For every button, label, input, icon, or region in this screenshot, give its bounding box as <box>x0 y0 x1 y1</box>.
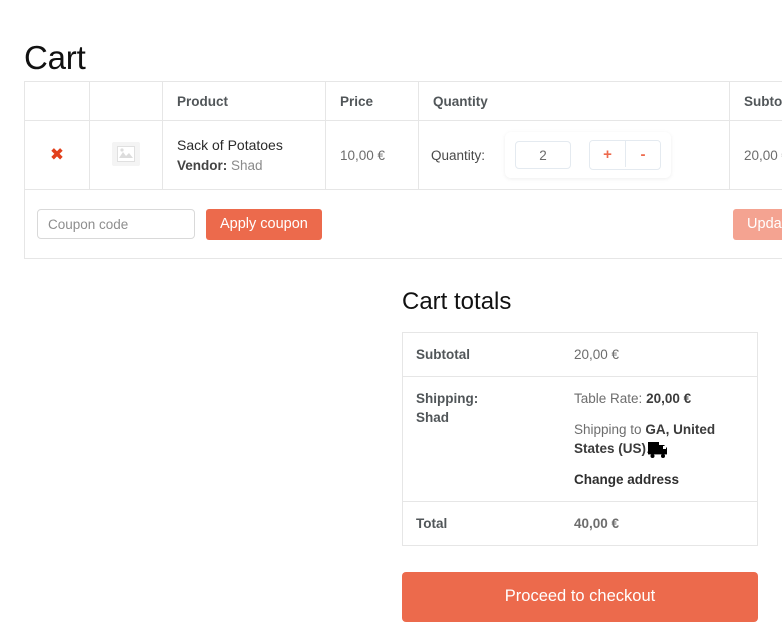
cart-actions-cell: Apply coupon Update cart <box>24 189 782 259</box>
cart-item-subtotal: 20,00 € <box>729 120 782 190</box>
total-value: 40,00 € <box>561 500 758 546</box>
total-label: Total <box>402 500 561 546</box>
column-header-thumbnail <box>89 81 163 121</box>
quantity-stepper: + - <box>505 132 672 178</box>
shipping-to-prefix: Shipping to <box>574 421 642 437</box>
page-title: Cart <box>24 39 86 77</box>
change-address-line: Change address <box>574 470 744 489</box>
shipping-period: . <box>646 440 650 456</box>
quantity-buttons-group: + - <box>589 140 662 170</box>
cart-totals-title: Cart totals <box>402 287 512 315</box>
product-name-link[interactable]: Sack of Potatoes <box>177 136 325 155</box>
broken-image-placeholder-icon[interactable] <box>112 141 140 166</box>
cart-totals-subtotal-row: Subtotal 20,00 € <box>403 332 758 376</box>
shipping-rate-line: Table Rate: 20,00 € <box>574 389 744 408</box>
quantity-decrement-button[interactable]: - <box>625 141 661 167</box>
product-vendor-label: Vendor: <box>177 157 228 173</box>
cart-table: Product Price Quantity Subtotal ✖ <box>24 81 782 259</box>
update-cart-button[interactable]: Update cart <box>733 208 782 240</box>
shipping-details-cell: Table Rate: 20,00 € Shipping to GA, Unit… <box>561 375 758 502</box>
cart-totals-body: Subtotal 20,00 € Shipping: Shad Table Ra… <box>402 332 758 546</box>
cart-item-quantity-cell: Quantity: + - <box>418 120 730 190</box>
cart-table-header-row: Product Price Quantity Subtotal <box>24 81 782 121</box>
shipping-label-text: Shipping: <box>416 390 479 406</box>
cart-item-remove-cell: ✖ <box>24 120 90 190</box>
cart-actions: Apply coupon Update cart <box>37 208 782 240</box>
shipping-rate-value: 20,00 € <box>646 390 692 406</box>
apply-coupon-button[interactable]: Apply coupon <box>206 208 322 240</box>
cart-item-thumbnail-cell <box>89 120 163 190</box>
cart-table-body: ✖ Sack of Potatoes Vendor: Shad 10,00 € … <box>24 120 782 259</box>
shipping-destination-line: Shipping to GA, United States (US). <box>574 420 744 458</box>
quantity-increment-button[interactable]: + <box>590 141 626 167</box>
product-vendor: Vendor: Shad <box>177 156 325 175</box>
subtotal-value: 20,00 € <box>574 346 620 362</box>
cart-table-head: Product Price Quantity Subtotal <box>24 81 782 121</box>
cart-item-product-cell: Sack of Potatoes Vendor: Shad <box>162 120 326 190</box>
shipping-vendor-name: Shad <box>416 409 450 425</box>
cart-item-price: 10,00 € <box>325 120 419 190</box>
cart-totals-shipping-row: Shipping: Shad Table Rate: 20,00 € Shipp… <box>402 375 758 502</box>
column-header-product: Product <box>162 81 326 121</box>
table-row: ✖ Sack of Potatoes Vendor: Shad 10,00 € … <box>24 120 782 190</box>
coupon-group: Apply coupon <box>37 208 322 240</box>
cart-actions-row: Apply coupon Update cart <box>24 189 782 259</box>
cart-table-container: Product Price Quantity Subtotal ✖ <box>24 81 782 259</box>
column-header-remove <box>24 81 90 121</box>
cart-totals-table: Subtotal 20,00 € Shipping: Shad Table Ra… <box>402 331 758 546</box>
quantity-control-wrapper: Quantity: + - <box>431 132 729 178</box>
subtotal-label: Subtotal <box>416 346 470 362</box>
column-header-price: Price <box>325 81 419 121</box>
coupon-code-input[interactable] <box>37 209 195 239</box>
proceed-to-checkout-button[interactable]: Proceed to checkout <box>402 571 758 622</box>
change-address-button[interactable]: Change address <box>574 472 679 487</box>
quantity-label: Quantity: <box>431 147 486 163</box>
remove-item-button[interactable]: ✖ <box>50 146 64 164</box>
column-header-quantity: Quantity <box>418 81 730 121</box>
product-vendor-name[interactable]: Shad <box>231 158 263 173</box>
column-header-subtotal: Subtotal <box>729 81 782 121</box>
cart-totals-total-row: Total 40,00 € <box>402 500 758 546</box>
quantity-input[interactable] <box>515 141 572 169</box>
shipping-rate-prefix: Table Rate: <box>574 390 643 406</box>
cart-totals-container: Cart totals Subtotal 20,00 € Shipping: S… <box>402 266 758 622</box>
shipping-label: Shipping: Shad <box>402 375 561 502</box>
